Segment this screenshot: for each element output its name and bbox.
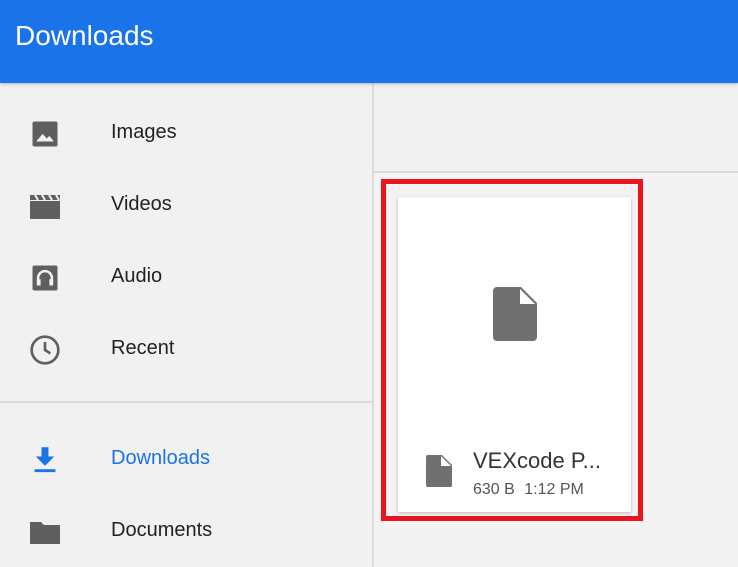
app-bar: Downloads [0, 0, 738, 83]
sidebar-item-images[interactable]: Images [0, 97, 372, 169]
download-icon [28, 443, 62, 477]
sidebar-divider [0, 401, 372, 403]
recent-clock-icon [28, 333, 62, 367]
sidebar-item-downloads[interactable]: Downloads [0, 423, 372, 495]
sidebar-item-label: Videos [111, 193, 172, 215]
sidebar-item-label: Images [111, 121, 177, 143]
selection-highlight [381, 179, 643, 521]
sidebar-item-label: Documents [111, 519, 213, 541]
sidebar: Images Videos Audio Recent Downloads Doc… [0, 83, 372, 567]
sidebar-item-audio[interactable]: Audio [0, 241, 372, 313]
image-icon [28, 117, 62, 151]
folder-icon [28, 515, 62, 549]
sidebar-item-label: Audio [111, 265, 163, 287]
audio-icon [28, 261, 62, 295]
content-toolbar [374, 83, 738, 173]
sidebar-item-label: Downloads [111, 447, 210, 469]
sidebar-item-label: Recent [111, 337, 175, 359]
sidebar-item-documents[interactable]: Documents [0, 495, 372, 567]
videos-icon [28, 189, 62, 223]
page-title: Downloads [15, 20, 154, 51]
sidebar-item-videos[interactable]: Videos [0, 169, 372, 241]
sidebar-item-recent[interactable]: Recent [0, 313, 372, 385]
